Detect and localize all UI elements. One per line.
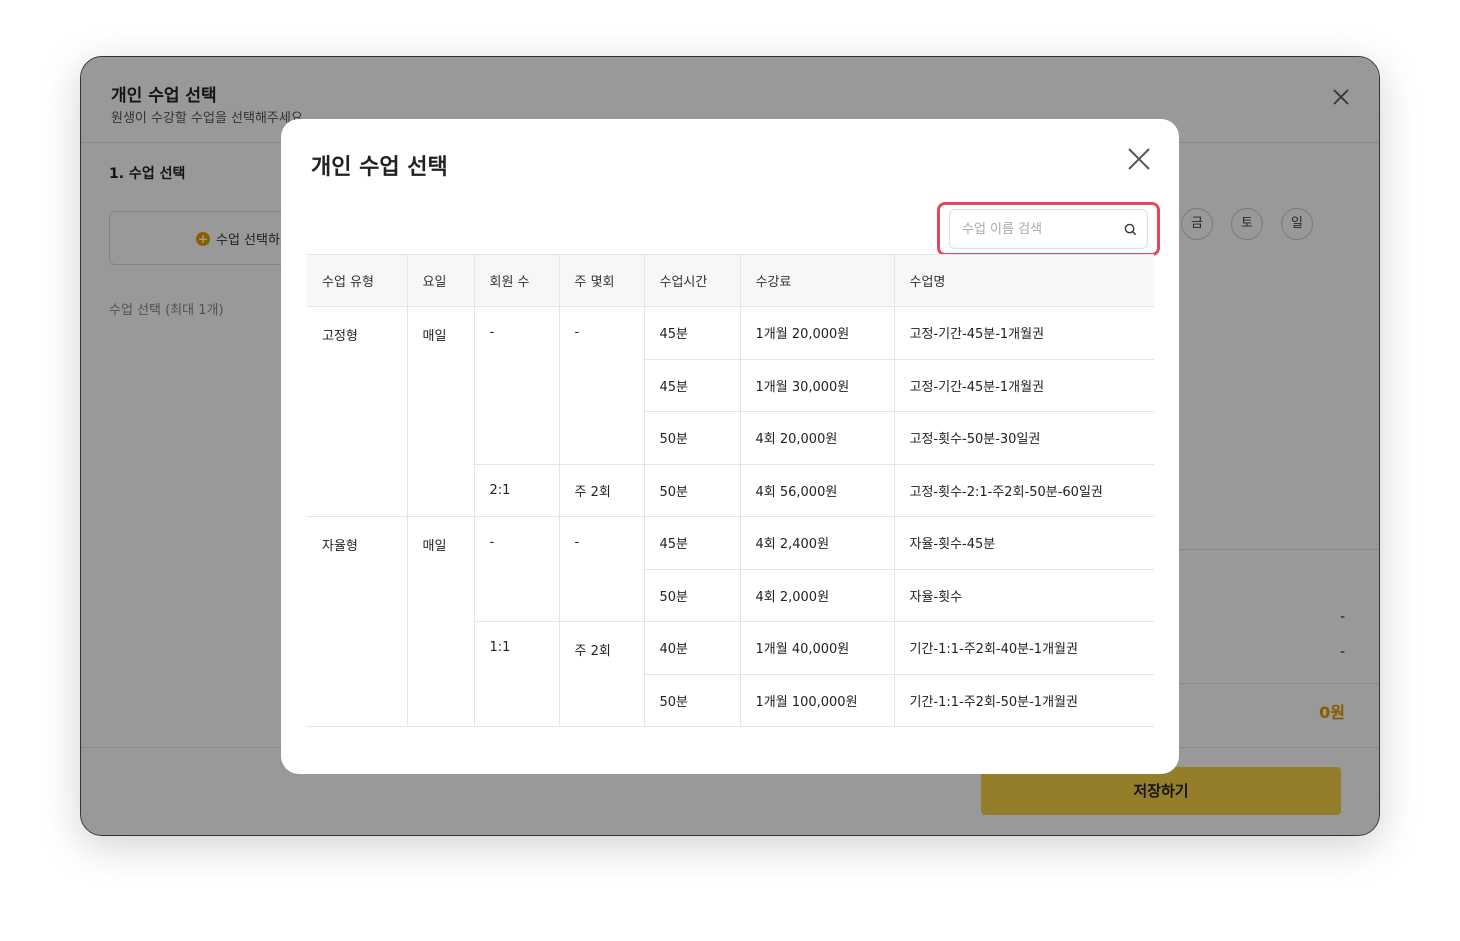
class-name-cell[interactable]: 기간-1:1-주2회-50분-1개월권 <box>893 674 1154 727</box>
time-cell: 50분 <box>643 411 740 465</box>
close-icon[interactable] <box>1127 147 1151 171</box>
class-type-cell: 고정형 <box>307 306 407 517</box>
modal-title: 개인 수업 선택 <box>311 155 448 180</box>
members-cell: 1:1 <box>473 621 559 727</box>
fee-cell: 4회 2,000원 <box>739 569 894 622</box>
day-cell: 매일 <box>406 516 474 727</box>
fee-cell: 1개월 30,000원 <box>739 359 894 412</box>
fee-cell: 1개월 20,000원 <box>739 306 894 360</box>
fee-cell: 4회 20,000원 <box>739 411 894 465</box>
fee-cell: 1개월 100,000원 <box>739 674 894 727</box>
time-cell: 45분 <box>643 306 740 360</box>
members-cell: - <box>473 306 559 465</box>
time-cell: 50분 <box>643 674 740 727</box>
class-name-cell[interactable]: 고정-횟수-50분-30일권 <box>893 411 1154 465</box>
fee-cell: 1개월 40,000원 <box>739 621 894 675</box>
class-name-cell[interactable]: 자율-횟수-45분 <box>893 516 1154 570</box>
class-type-cell: 자율형 <box>307 516 407 727</box>
class-name-cell[interactable]: 고정-횟수-2:1-주2회-50분-60일권 <box>893 464 1154 517</box>
column-header: 수업시간 <box>643 254 740 307</box>
class-name-cell[interactable]: 고정-기간-45분-1개월권 <box>893 306 1154 360</box>
column-header: 수강료 <box>739 254 894 307</box>
per-week-cell: - <box>558 306 644 465</box>
column-header: 주 몇회 <box>558 254 644 307</box>
time-cell: 45분 <box>643 359 740 412</box>
day-cell: 매일 <box>406 306 474 517</box>
column-header: 회원 수 <box>473 254 559 307</box>
per-week-cell: 주 2회 <box>558 621 644 727</box>
class-name-cell[interactable]: 기간-1:1-주2회-40분-1개월권 <box>893 621 1154 675</box>
time-cell: 40분 <box>643 621 740 675</box>
fee-cell: 4회 2,400원 <box>739 516 894 570</box>
search-input[interactable] <box>962 210 1122 248</box>
per-week-cell: - <box>558 516 644 622</box>
search-icon[interactable] <box>1124 223 1137 236</box>
table-row[interactable]: 고정형 매일 - - 45분 1개월 20,000원 고정-기간-45분-1개월… <box>307 306 1154 517</box>
members-cell: - <box>473 516 559 622</box>
class-select-modal: 개인 수업 선택 수업 유형 요일 회원 수 주 몇회 수업시간 수강료 수업명 <box>281 119 1179 774</box>
time-cell: 50분 <box>643 569 740 622</box>
time-cell: 50분 <box>643 464 740 517</box>
table-header-row: 수업 유형 요일 회원 수 주 몇회 수업시간 수강료 수업명 <box>307 254 1154 307</box>
fee-cell: 4회 56,000원 <box>739 464 894 517</box>
column-header: 수업명 <box>893 254 1154 307</box>
time-cell: 45분 <box>643 516 740 570</box>
column-header: 수업 유형 <box>307 254 407 307</box>
table-row[interactable]: 자율형 매일 - - 45분 4회 2,400원 자율-횟수-45분 <box>307 516 1154 727</box>
class-name-cell[interactable]: 자율-횟수 <box>893 569 1154 622</box>
search-field[interactable] <box>949 209 1148 249</box>
per-week-cell: 주 2회 <box>558 464 644 517</box>
column-header: 요일 <box>406 254 474 307</box>
class-table: 수업 유형 요일 회원 수 주 몇회 수업시간 수강료 수업명 고정형 매일 -… <box>307 254 1154 727</box>
class-name-cell[interactable]: 고정-기간-45분-1개월권 <box>893 359 1154 412</box>
members-cell: 2:1 <box>473 464 559 517</box>
